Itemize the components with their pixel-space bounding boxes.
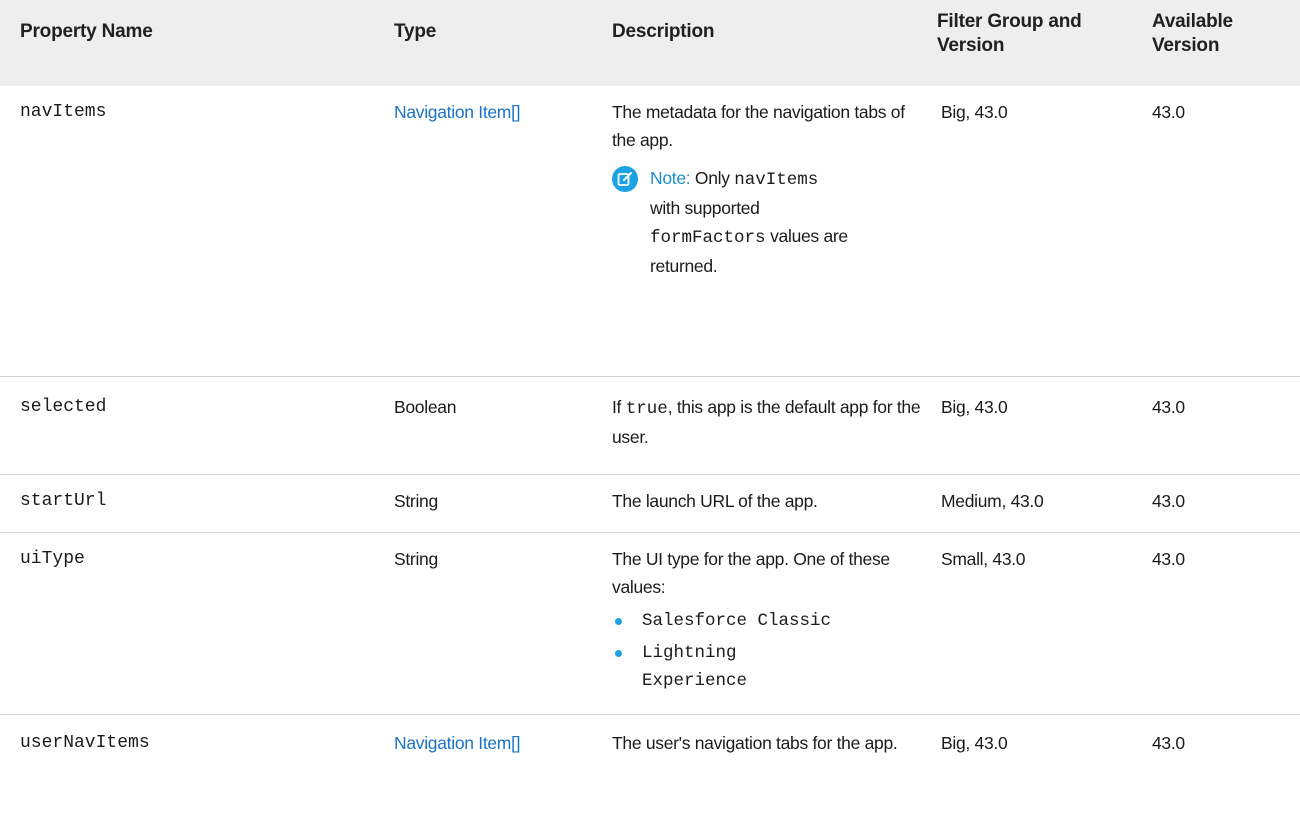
property-name: userNavItems (20, 733, 150, 753)
table-row: userNavItems Navigation Item[] The user'… (0, 714, 1300, 833)
type-text: String (394, 491, 438, 511)
note-code: navItems (734, 170, 819, 190)
values-list: Salesforce Classic Lightning Experience (612, 607, 924, 695)
list-item: Salesforce Classic (612, 607, 924, 635)
header-type: Type (394, 21, 437, 42)
header-property-name: Property Name (20, 21, 153, 42)
filter-group: Big, 43.0 (941, 102, 1008, 122)
header-available-version: Available Version (1152, 11, 1233, 56)
description-code: true (625, 399, 668, 419)
note-text: with supported (650, 198, 760, 218)
description: The UI type for the app. One of these va… (612, 545, 924, 699)
description-text: The metadata for the navigation tabs of … (612, 102, 905, 150)
table-row: startUrl String The launch URL of the ap… (0, 474, 1300, 533)
note-label: Note: (650, 168, 691, 188)
description: If true, this app is the default app for… (612, 393, 924, 451)
note-text: Only (694, 168, 730, 188)
description: The launch URL of the app. (612, 491, 818, 511)
available-version: 43.0 (1152, 549, 1185, 569)
note-code: formFactors (650, 228, 766, 248)
header-description: Description (612, 21, 715, 42)
available-version: 43.0 (1152, 491, 1185, 511)
property-name: startUrl (20, 491, 107, 511)
filter-group: Big, 43.0 (941, 733, 1008, 753)
available-version: 43.0 (1152, 102, 1185, 122)
header-filter-group-version: Filter Group and Version (937, 11, 1082, 56)
type-link[interactable]: Navigation Item[] (394, 729, 521, 757)
property-name: selected (20, 397, 107, 417)
filter-group: Medium, 43.0 (941, 491, 1044, 511)
filter-group: Big, 43.0 (941, 397, 1008, 417)
property-name: uiType (20, 549, 85, 569)
available-version: 43.0 (1152, 397, 1185, 417)
type-text: Boolean (394, 397, 457, 417)
description-text: The UI type for the app. One of these va… (612, 549, 890, 597)
table-row: navItems Navigation Item[] The metadata … (0, 86, 1300, 376)
description: The metadata for the navigation tabs of … (612, 98, 924, 280)
table-row: uiType String The UI type for the app. O… (0, 532, 1300, 715)
description: The user's navigation tabs for the app. (612, 733, 898, 753)
type-link[interactable]: Navigation Item[] (394, 98, 521, 126)
note-callout: Note: Only navItems with supported formF… (612, 164, 924, 280)
note-edit-icon (612, 166, 638, 192)
list-item: Lightning Experience (612, 639, 792, 695)
table-header: Property Name Type Description Filter Gr… (0, 0, 1300, 86)
available-version: 43.0 (1152, 733, 1185, 753)
filter-group: Small, 43.0 (941, 549, 1026, 569)
property-name: navItems (20, 102, 107, 122)
description-text: If (612, 397, 622, 417)
property-table: Property Name Type Description Filter Gr… (0, 0, 1300, 753)
type-text: String (394, 549, 438, 569)
table-row: selected Boolean If true, this app is th… (0, 376, 1300, 475)
